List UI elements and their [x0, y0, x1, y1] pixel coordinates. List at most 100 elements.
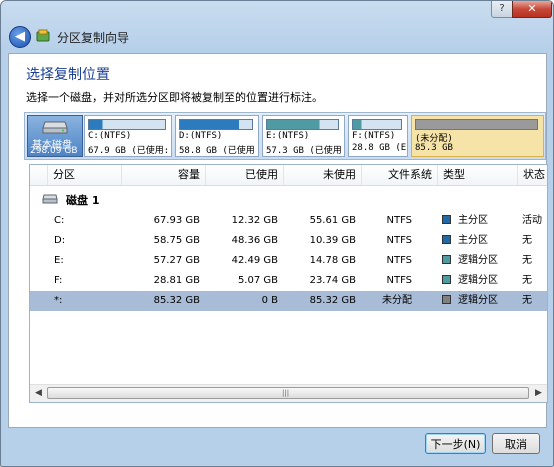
cell-capacity: 28.81 GB	[153, 275, 200, 286]
table-row[interactable]: C: 67.93 GB 12.32 GB 55.61 GB NTFS 主分区 活动	[30, 211, 547, 231]
hard-disk-icon	[42, 121, 68, 134]
partition-type-swatch	[442, 295, 451, 304]
partition-tile-size: 85.3 GB	[415, 143, 453, 153]
scroll-left-arrow[interactable]: ◀	[30, 385, 47, 402]
header-partition[interactable]: 分区	[48, 165, 122, 185]
scroll-grip: |||	[282, 389, 290, 397]
header-spacer	[30, 165, 48, 185]
header-capacity[interactable]: 容量	[122, 165, 206, 185]
partition-usage-bar	[352, 119, 402, 130]
disk-map: 基本磁盘 298.09 GB C:(NTFS) 67.9 GB (已使用: D:(N…	[24, 112, 546, 160]
cell-filesystem: NTFS	[386, 215, 412, 226]
cell-status: 无	[522, 275, 532, 286]
cell-filesystem: 未分配	[382, 295, 412, 306]
cell-type: 逻辑分区	[442, 291, 518, 311]
cell-capacity: 67.93 GB	[153, 215, 200, 226]
cell-status: 无	[522, 295, 532, 306]
partition-usage-bar	[266, 119, 339, 130]
cell-unused: 14.78 GB	[309, 255, 356, 266]
scroll-right-arrow[interactable]: ▶	[530, 385, 547, 402]
table-row[interactable]: *: 85.32 GB 0 B 85.32 GB 未分配 逻辑分区 无	[30, 291, 547, 311]
cell-status: 活动	[522, 215, 542, 226]
cell-unused: 23.74 GB	[309, 275, 356, 286]
partition-type-swatch	[442, 275, 451, 284]
wizard-content: 选择复制位置 选择一个磁盘，并对所选分区即将被复制至的位置进行标注。 基本磁盘 …	[8, 53, 548, 428]
cell-used: 48.36 GB	[231, 235, 278, 246]
cell-filesystem: NTFS	[386, 255, 412, 266]
wizard-app-icon	[36, 29, 50, 42]
partition-tile-label: C:(NTFS)	[88, 131, 132, 141]
disk-group-label: 磁盘 1	[66, 194, 100, 207]
cell-partition: E:	[54, 255, 64, 266]
partition-tile-size: 67.9 GB (已使用:	[88, 146, 170, 156]
cell-partition: *:	[54, 295, 63, 306]
header-filesystem[interactable]: 文件系统	[362, 165, 438, 185]
cell-partition: D:	[54, 235, 66, 246]
cell-unused: 55.61 GB	[309, 215, 356, 226]
table-row[interactable]: D: 58.75 GB 48.36 GB 10.39 GB NTFS 主分区 无	[30, 231, 547, 251]
partition-type-label: 主分区	[458, 235, 488, 246]
partition-tile[interactable]: E:(NTFS) 57.3 GB (已使用	[262, 115, 345, 157]
title-bar: ◀ 分区复制向导 ? ✕	[1, 1, 553, 53]
partition-tile-label: D:(NTFS)	[179, 131, 223, 141]
header-status[interactable]: 状态	[518, 165, 547, 185]
cell-status: 无	[522, 255, 532, 266]
cell-status: 无	[522, 235, 532, 246]
window-title: 分区复制向导	[57, 31, 130, 45]
partition-type-label: 逻辑分区	[458, 275, 498, 286]
partition-tile-label: E:(NTFS)	[266, 131, 310, 141]
partition-type-label: 主分区	[458, 215, 488, 226]
table-row[interactable]: E: 57.27 GB 42.49 GB 14.78 GB NTFS 逻辑分区 无	[30, 251, 547, 271]
cell-filesystem: NTFS	[386, 275, 412, 286]
partition-list: 分区 容量 已使用 未使用 文件系统 类型 状态 磁盘 1 C: 67.93 GB…	[29, 164, 548, 403]
horizontal-scrollbar[interactable]: ◀ ||| ▶	[30, 384, 547, 402]
disk-size: 298.09 GB	[30, 146, 78, 156]
cell-unused: 85.32 GB	[309, 295, 356, 306]
cell-type: 逻辑分区	[442, 271, 518, 291]
disk-group-icon	[42, 194, 58, 204]
partition-type-swatch	[442, 215, 451, 224]
disk-tile[interactable]: 基本磁盘 298.09 GB	[27, 115, 83, 157]
partition-type-label: 逻辑分区	[458, 295, 498, 306]
partition-tile-label: F:(NTFS)	[352, 131, 396, 141]
partition-type-label: 逻辑分区	[458, 255, 498, 266]
partition-type-swatch	[442, 235, 451, 244]
partition-usage-bar	[415, 119, 538, 130]
partition-type-swatch	[442, 255, 451, 264]
list-header: 分区 容量 已使用 未使用 文件系统 类型 状态	[30, 165, 547, 186]
cell-filesystem: NTFS	[386, 235, 412, 246]
header-type[interactable]: 类型	[438, 165, 518, 185]
page-heading: 选择复制位置	[26, 67, 110, 83]
partition-tile-size: 28.8 GB (E	[352, 143, 407, 153]
header-used[interactable]: 已使用	[206, 165, 284, 185]
cell-used: 42.49 GB	[231, 255, 278, 266]
partition-tile[interactable]: C:(NTFS) 67.9 GB (已使用:	[84, 115, 172, 157]
cell-partition: C:	[54, 215, 65, 226]
partition-usage-bar	[88, 119, 166, 130]
back-button[interactable]: ◀	[9, 26, 31, 48]
table-row[interactable]: F: 28.81 GB 5.07 GB 23.74 GB NTFS 逻辑分区 无	[30, 271, 547, 291]
cell-used: 5.07 GB	[237, 275, 278, 286]
cancel-button[interactable]: 取消	[492, 433, 540, 454]
wizard-footer: 下一步(N) 取消	[8, 427, 545, 457]
cell-partition: F:	[54, 275, 63, 286]
partition-tile-size: 58.8 GB (已使用	[179, 146, 255, 156]
partition-tile-size: 57.3 GB (已使用	[266, 146, 342, 156]
page-instruction: 选择一个磁盘，并对所选分区即将被复制至的位置进行标注。	[26, 91, 323, 104]
partition-tile[interactable]: (未分配) 85.3 GB	[411, 115, 544, 157]
next-button[interactable]: 下一步(N)	[425, 433, 486, 454]
wizard-window: ◀ 分区复制向导 ? ✕ 选择复制位置 选择一个磁盘，并对所选分区即将被复制至的…	[0, 0, 554, 467]
header-unused[interactable]: 未使用	[284, 165, 362, 185]
help-button[interactable]: ?	[491, 1, 513, 18]
cell-type: 主分区	[442, 211, 518, 231]
cell-type: 逻辑分区	[442, 251, 518, 271]
cell-used: 0 B	[261, 295, 278, 306]
cell-capacity: 58.75 GB	[153, 235, 200, 246]
scroll-thumb[interactable]: |||	[47, 387, 529, 399]
cell-capacity: 85.32 GB	[153, 295, 200, 306]
close-button[interactable]: ✕	[512, 1, 552, 18]
cell-type: 主分区	[442, 231, 518, 251]
partition-tile[interactable]: D:(NTFS) 58.8 GB (已使用	[175, 115, 259, 157]
partition-tile[interactable]: F:(NTFS) 28.8 GB (E	[348, 115, 408, 157]
cell-unused: 10.39 GB	[309, 235, 356, 246]
